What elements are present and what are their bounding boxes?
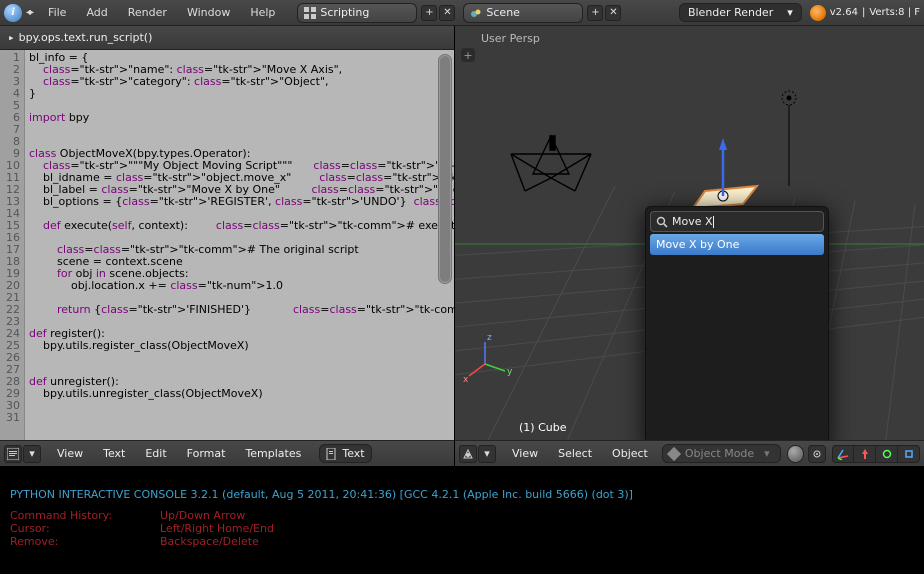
mode-selector[interactable]: Object Mode ▾	[662, 444, 781, 463]
text-scrollbar[interactable]	[438, 54, 452, 284]
text-datablock-icon	[326, 448, 338, 460]
manipulator-translate[interactable]	[854, 445, 876, 463]
line-number-gutter: 1234567891011121314151617181920212223242…	[0, 50, 25, 440]
text-menu-view[interactable]: View	[47, 447, 93, 460]
console-help-row: Cursor:Left/Right Home/End	[10, 522, 914, 535]
manipulator-toggle[interactable]	[832, 445, 854, 463]
text-menu-format[interactable]: Format	[177, 447, 236, 460]
scene-stats: Verts:8 | F	[869, 7, 920, 18]
scene-input[interactable]	[486, 6, 576, 19]
render-engine-label: Blender Render	[688, 6, 773, 19]
console-header-line: PYTHON INTERACTIVE CONSOLE 3.2.1 (defaul…	[10, 488, 914, 501]
manipulator-rotate[interactable]	[876, 445, 898, 463]
render-engine-dropdown[interactable]: Blender Render ▾	[679, 3, 802, 22]
menu-file[interactable]: File	[38, 6, 76, 19]
menu-window[interactable]: Window	[177, 6, 240, 19]
viewport-toolbar-toggle[interactable]: +	[461, 48, 475, 62]
menu-add[interactable]: Add	[76, 6, 117, 19]
operator-search-query: Move X	[672, 215, 713, 228]
console-help-row: Remove:Backspace/Delete	[10, 535, 914, 548]
viewport-editor-type-dropdown[interactable]: ▾	[478, 445, 496, 463]
scene-icon	[470, 7, 482, 19]
viewport-object-label: (1) Cube	[519, 421, 566, 434]
text-editor-type-icon[interactable]	[4, 445, 22, 463]
svg-text:y: y	[507, 367, 513, 377]
text-editor[interactable]: 1234567891011121314151617181920212223242…	[0, 50, 454, 440]
svg-text:x: x	[463, 375, 469, 385]
viewport-editor-type-icon[interactable]	[459, 445, 477, 463]
python-console[interactable]: PYTHON INTERACTIVE CONSOLE 3.2.1 (defaul…	[0, 466, 924, 574]
screen-layout-input[interactable]	[320, 6, 410, 19]
manipulator-scale[interactable]	[898, 445, 920, 463]
remove-scene-button[interactable]: ✕	[605, 5, 621, 21]
pivot-point-button[interactable]	[808, 445, 826, 463]
console-help-row: Command History:Up/Down Arrow	[10, 509, 914, 522]
viewport-menu-view[interactable]: View	[502, 447, 548, 460]
add-scene-button[interactable]: +	[587, 5, 603, 21]
viewport-persp-label: User Persp	[481, 32, 540, 45]
text-datablock-field[interactable]: Text	[319, 444, 371, 463]
viewport-canvas[interactable]: z y x User Persp + (1) Cube Move X Move …	[455, 26, 924, 440]
blender-logo-icon	[810, 5, 826, 21]
viewport-menu-select[interactable]: Select	[548, 447, 602, 460]
menu-help[interactable]: Help	[240, 6, 285, 19]
layout-icon	[304, 7, 316, 19]
editor-type-dropdown[interactable]: ◂▸	[26, 7, 32, 18]
viewport-shading-button[interactable]	[787, 445, 805, 463]
svg-text:z: z	[487, 333, 492, 343]
mode-label: Object Mode	[685, 447, 754, 460]
text-datablock-label: Text	[342, 447, 364, 460]
remove-layout-button[interactable]: ✕	[439, 5, 455, 21]
add-layout-button[interactable]: +	[421, 5, 437, 21]
text-editor-type-dropdown[interactable]: ▾	[23, 445, 41, 463]
run-script-bar: ▸bpy.ops.text.run_script()	[0, 26, 454, 50]
text-menu-text[interactable]: Text	[93, 447, 135, 460]
operator-search-popup: Move X Move X by One	[645, 206, 829, 440]
text-menu-edit[interactable]: Edit	[135, 447, 176, 460]
screen-layout-field[interactable]	[297, 3, 417, 23]
scene-field[interactable]	[463, 3, 583, 23]
info-icon[interactable]: i	[4, 4, 22, 22]
operator-search-input-row[interactable]: Move X	[650, 211, 824, 232]
viewport-area: z y x User Persp + (1) Cube Move X Move …	[455, 26, 924, 466]
search-icon	[656, 216, 668, 228]
code-content[interactable]: bl_info = { class="tk-str">"name": class…	[25, 50, 454, 440]
info-header: i ◂▸ File Add Render Window Help + ✕ + ✕…	[0, 0, 924, 26]
viewport-menu-object[interactable]: Object	[602, 447, 658, 460]
text-menu-templates[interactable]: Templates	[235, 447, 311, 460]
text-editor-header: ▾ View Text Edit Format Templates Text	[0, 440, 454, 466]
operator-search-result[interactable]: Move X by One	[650, 234, 824, 255]
version-label: v2.64	[830, 7, 858, 18]
viewport-header: ▾ View Select Object Object Mode ▾	[455, 440, 924, 466]
menu-render[interactable]: Render	[118, 6, 177, 19]
object-mode-icon	[667, 446, 681, 460]
text-editor-area: ▸bpy.ops.text.run_script() 1234567891011…	[0, 26, 455, 466]
